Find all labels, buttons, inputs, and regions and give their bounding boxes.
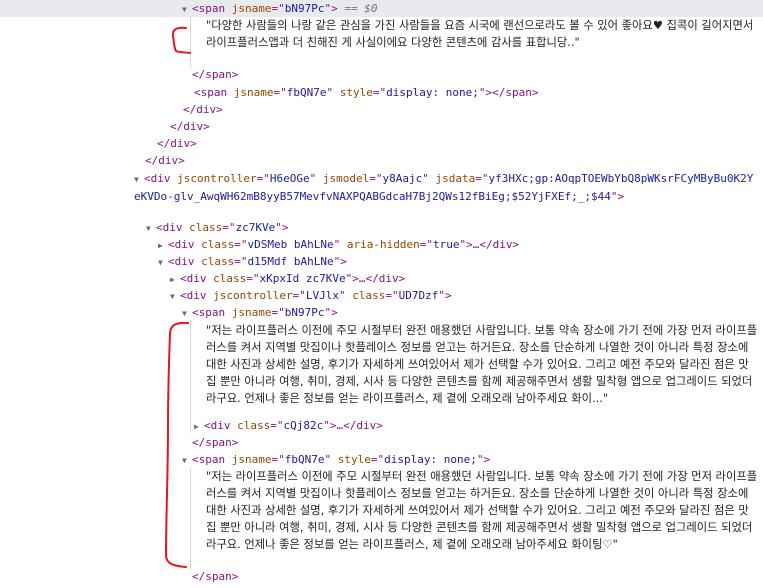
red-bracket-mark [171, 26, 191, 54]
red-bracket-mark [164, 321, 189, 568]
annotation-overlay [164, 26, 191, 568]
